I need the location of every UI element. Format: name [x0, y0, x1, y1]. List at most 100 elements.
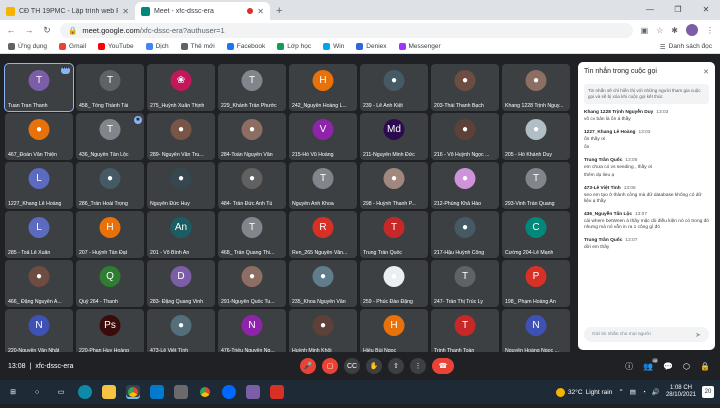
bookmark-win[interactable]: Win: [323, 43, 344, 50]
participant-tile[interactable]: ● 286_Trần Hoài Trọng: [76, 162, 144, 209]
participant-tile[interactable]: ● 484- Trần Đức Anh Tú: [218, 162, 286, 209]
participant-tile[interactable]: D 283- Đặng Quang Vinh: [147, 260, 215, 307]
participant-tile[interactable]: H 242_Nguyễn Hoàng L...: [289, 64, 357, 111]
chat-input[interactable]: Gửi tin nhắn cho mọi người ➤: [584, 327, 709, 342]
participant-tile[interactable]: ❀ 275_Huỳnh Xuân Thịnh: [147, 64, 215, 111]
more-options-icon[interactable]: ⋮: [410, 358, 426, 374]
close-icon[interactable]: ✕: [703, 68, 709, 76]
participant-tile[interactable]: ● 212-Phùng Khả Hào: [431, 162, 499, 209]
sql-server-icon[interactable]: [174, 385, 188, 399]
profile-avatar[interactable]: [686, 24, 698, 36]
participant-tile[interactable]: C Cường 204-Lê Mạnh: [502, 211, 570, 258]
tab-meet[interactable]: Meet - xfc-dssc-era ✕: [135, 2, 270, 20]
participant-tile[interactable]: Q Quý 264 - Thanh: [76, 260, 144, 307]
participant-tile[interactable]: R Ren_265 Nguyễn Văn...: [289, 211, 357, 258]
participant-tile[interactable]: ● 284-Toàn Nguyễn Văn: [218, 113, 286, 160]
captions-icon[interactable]: CC: [344, 358, 360, 374]
star-icon[interactable]: ☆: [656, 26, 663, 35]
participant-tile[interactable]: N 476-Triều Nguyễn Ng...: [218, 309, 286, 356]
more-options-icon[interactable]: •••: [61, 66, 70, 74]
chat-icon[interactable]: 💬: [663, 362, 673, 371]
participant-tile[interactable]: T 229_Khánh Trần Phước: [218, 64, 286, 111]
participant-tile[interactable]: ● Khang 1228 Trịnh Nguy...: [502, 64, 570, 111]
search-icon[interactable]: ○: [30, 385, 44, 399]
file-explorer-icon[interactable]: [102, 385, 116, 399]
extensions-icon[interactable]: ✱: [671, 26, 678, 35]
participant-tile[interactable]: V 215-Hồ Vũ Hoàng: [289, 113, 357, 160]
mic-off-icon[interactable]: 🎤: [300, 358, 316, 374]
participant-tile[interactable]: ● 239 - Lê Anh Kiệt: [360, 64, 428, 111]
participant-tile[interactable]: Ps 220-Phan Huy Hoàng: [76, 309, 144, 356]
host-controls-icon[interactable]: 🔒: [700, 362, 710, 371]
tab-course[interactable]: CĐ TH 19PMC - Lập trình web PH ✕: [0, 2, 135, 20]
participant-tile[interactable]: ● 298 - Huỳnh Thanh P...: [360, 162, 428, 209]
participant-tile[interactable]: T Tuan Tran Thanh •••: [4, 63, 74, 112]
bookmark-facebook[interactable]: Facebook: [226, 43, 265, 50]
bookmark-messenger[interactable]: Messenger: [398, 43, 441, 50]
participant-tile[interactable]: ● 235_Khoa Nguyễn Văn: [289, 260, 357, 307]
participant-tile[interactable]: ● Nguyễn Đức Huy: [147, 162, 215, 209]
minimize-icon[interactable]: —: [636, 0, 664, 20]
bookmark-classroom[interactable]: Lớp học: [277, 43, 311, 50]
back-icon[interactable]: ←: [6, 25, 16, 35]
bookmark-apps[interactable]: Ứng dụng: [8, 43, 47, 50]
camera-icon[interactable]: ▣: [641, 26, 649, 35]
close-window-icon[interactable]: ✕: [692, 0, 720, 20]
bookmark-gmail[interactable]: Gmail: [59, 43, 86, 50]
participant-tile[interactable]: H 207 - Huỳnh Tấn Đạt: [76, 211, 144, 258]
new-tab-icon[interactable]: +: [276, 5, 282, 17]
participant-tile[interactable]: H Hiếu Bùi Ngọc: [360, 309, 428, 356]
participant-tile[interactable]: T 468_ Trần Quang Thi...: [218, 211, 286, 258]
address-bar[interactable]: 🔒 meet.google.com/xfc-dssc-era?authuser=…: [60, 22, 633, 38]
participant-tile[interactable]: Md 211-Nguyễn Minh Đức: [360, 113, 428, 160]
participant-tile[interactable]: P 198_ Phạm Hoàng An: [502, 260, 570, 307]
participant-tile[interactable]: ● 216 - Võ Huỳnh Ngọc ...: [431, 113, 499, 160]
chevron-up-icon[interactable]: ⌃: [618, 388, 623, 396]
send-icon[interactable]: ➤: [695, 331, 701, 339]
reload-icon[interactable]: ↻: [42, 25, 52, 36]
participant-tile[interactable]: ● 467_Đoàn Văn Thiện: [5, 113, 73, 160]
task-view-icon[interactable]: ▭: [54, 385, 68, 399]
participant-tile[interactable]: ● 205 - Hồ Khánh Duy: [502, 113, 570, 160]
participant-tile[interactable]: An 201 - Võ Bình An: [147, 211, 215, 258]
participant-tile[interactable]: ● 203-Thái Thanh Bạch: [431, 64, 499, 111]
raise-hand-icon[interactable]: ✋: [366, 358, 382, 374]
participant-tile[interactable]: N 220-Nguyễn Văn Nhật: [5, 309, 73, 356]
volume-icon[interactable]: 🔊: [652, 388, 660, 396]
app-icon[interactable]: [270, 385, 284, 399]
participant-tile[interactable]: ● 473-Lê Việt Tình: [147, 309, 215, 356]
bookmark-deniex[interactable]: Deniex: [356, 43, 387, 50]
participant-tile[interactable]: L 285 - Toả Lê Xuân: [5, 211, 73, 258]
participant-tile[interactable]: ● 466_ Đặng Nguyễn A...: [5, 260, 73, 307]
reading-list[interactable]: ☰ Danh sách đọc: [660, 43, 712, 51]
edge-icon[interactable]: [78, 385, 92, 399]
participant-tile[interactable]: ● 291-Nguyễn Quốc Tu...: [218, 260, 286, 307]
bookmark-translate[interactable]: Dịch: [145, 43, 169, 50]
participant-tile[interactable]: ● 289- Nguyễn Văn Tru...: [147, 113, 215, 160]
bookmark-youtube[interactable]: YouTube: [98, 43, 134, 50]
info-icon[interactable]: ⓘ: [625, 361, 633, 372]
participant-tile[interactable]: T 436_Nguyễn Tấn Lộc ✱: [76, 113, 144, 160]
notifications-button[interactable]: 20: [702, 386, 714, 398]
windows-start-icon[interactable]: ⊞: [6, 385, 20, 399]
weather-widget[interactable]: 32°C Light rain: [556, 387, 612, 397]
bookmark-new-tab[interactable]: Thẻ mới: [180, 43, 215, 50]
participant-tile[interactable]: L 1227_Khang Lê Hoàng: [5, 162, 73, 209]
participant-tile[interactable]: ● 259 - Phúc Đào Đặng: [360, 260, 428, 307]
end-call-button[interactable]: ☎: [432, 358, 454, 374]
participant-tile[interactable]: T 458_ Tống Thành Tài: [76, 64, 144, 111]
participant-tile[interactable]: T Nguyễn Anh Khoa: [289, 162, 357, 209]
participant-tile[interactable]: T Trịnh Thanh Toàn: [431, 309, 499, 356]
forward-icon[interactable]: →: [24, 25, 34, 35]
participant-tile[interactable]: N Nguyễn Hoàng Ngọc ...: [502, 309, 570, 356]
chrome-icon[interactable]: [126, 385, 140, 399]
participant-tile[interactable]: T Trung Trần Quốc: [360, 211, 428, 258]
network-icon[interactable]: ▤: [630, 388, 636, 396]
close-icon[interactable]: ✕: [257, 7, 264, 16]
clock[interactable]: 1:08 CH 28/10/2021: [666, 385, 696, 399]
close-icon[interactable]: ✕: [122, 7, 129, 16]
app-icon[interactable]: [246, 385, 260, 399]
wifi-icon[interactable]: ◔: [642, 389, 646, 396]
zalo-icon[interactable]: [222, 385, 236, 399]
participant-tile[interactable]: T 247- Trần Thị Trúc Ly: [431, 260, 499, 307]
